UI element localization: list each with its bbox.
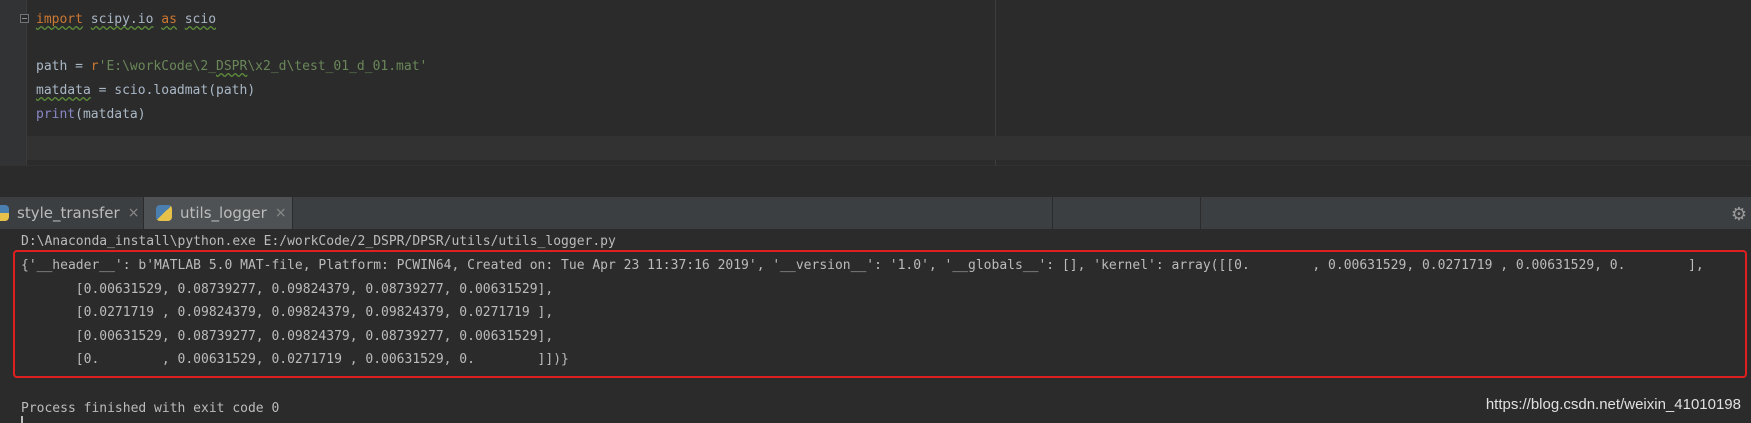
output-line: [0. , 0.00631529, 0.0271719 , 0.00631529… [21, 352, 569, 367]
output-line: {'__header__': b'MATLAB 5.0 MAT-file, Pl… [21, 258, 1704, 273]
output-line: [0.00631529, 0.08739277, 0.09824379, 0.0… [21, 329, 554, 344]
tab-divider [1052, 197, 1053, 229]
module-alias: scio [184, 12, 217, 27]
console-caret [21, 416, 23, 423]
tab-label: style_transfer [17, 204, 120, 222]
code-line-5[interactable]: print(matdata) [36, 107, 146, 123]
code-line-1[interactable]: import scipy.io as scio [36, 12, 216, 28]
keyword-as: as [161, 12, 177, 27]
editor-gutter [0, 0, 27, 165]
code-line-3[interactable]: path = r'E:\workCode\2_DSPR\x2_d\test_01… [36, 59, 427, 75]
operator: = [67, 59, 91, 74]
close-icon[interactable]: × [128, 205, 140, 221]
run-tab-bar: style_transfer × utils_logger × ⚙ [0, 197, 1751, 230]
string-literal-dspr: DSPR [216, 59, 248, 74]
fold-icon[interactable] [20, 14, 29, 23]
watermark-url: https://blog.csdn.net/weixin_41010198 [1485, 396, 1741, 413]
tab-divider [1200, 197, 1201, 229]
close-icon[interactable]: × [275, 205, 287, 221]
string-literal-b: \x2_d\test_01_d_01.mat' [247, 59, 428, 74]
python-file-icon [156, 205, 172, 221]
tab-divider [292, 197, 293, 229]
builtin-print: print [36, 107, 76, 122]
variable-path: path [36, 59, 68, 74]
module-name: scipy.io [90, 12, 154, 27]
python-file-icon [0, 205, 9, 221]
code-editor[interactable]: import scipy.io as scio path = r'E:\work… [0, 0, 1751, 165]
variable-matdata: matdata [36, 83, 91, 98]
output-line: [0.00631529, 0.08739277, 0.09824379, 0.0… [21, 282, 554, 297]
code-line-4[interactable]: matdata = scio.loadmat(path) [36, 83, 255, 99]
current-line-highlight [27, 136, 1751, 160]
output-line: [0.0271719 , 0.09824379, 0.09824379, 0.0… [21, 305, 554, 320]
run-command: D:\Anaconda_install\python.exe E:/workCo… [21, 234, 616, 249]
gear-icon[interactable]: ⚙ [1731, 204, 1747, 225]
tab-style-transfer[interactable]: style_transfer × [0, 197, 140, 229]
exit-message: Process finished with exit code 0 [21, 401, 280, 416]
tab-label: utils_logger [180, 204, 267, 222]
raw-prefix: r [90, 59, 99, 74]
panel-separator [0, 165, 1751, 198]
string-literal-a: 'E:\workCode\2_ [98, 59, 217, 74]
keyword-import: import [36, 12, 83, 27]
print-args: (matdata) [75, 107, 146, 122]
tab-utils-logger[interactable]: utils_logger × [144, 197, 292, 229]
loadmat-call: = scio.loadmat(path) [90, 83, 256, 98]
